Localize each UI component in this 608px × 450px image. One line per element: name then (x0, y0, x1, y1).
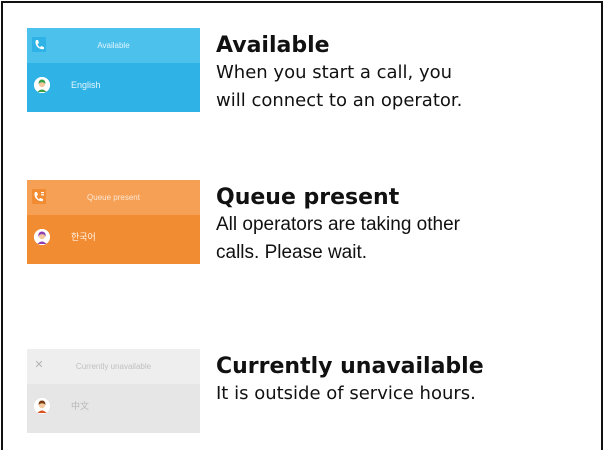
status-card-queue[interactable]: Queue present 한국어 (27, 180, 200, 264)
status-text-line-1: It is outside of service hours. (216, 383, 476, 404)
status-text-line-2: calls. Please wait. (216, 242, 368, 263)
card-body: 한국어 (27, 215, 200, 264)
status-description: Available When you start a call, you wil… (216, 33, 596, 115)
card-header: Queue present (27, 180, 200, 215)
card-header-label: Available (97, 41, 130, 50)
status-row-unavailable: ✕ Currently unavailable 中文 Currently una… (27, 349, 599, 433)
status-text-line-1: When you start a call, you (216, 62, 453, 83)
operator-avatar-icon (34, 77, 50, 93)
language-label: English (71, 80, 101, 90)
card-body: 中文 (27, 384, 200, 433)
language-label: 한국어 (71, 232, 96, 242)
card-header-label: Currently unavailable (75, 362, 152, 371)
operator-avatar-icon (34, 229, 50, 245)
phone-queue-icon (32, 189, 46, 204)
status-card-available[interactable]: Available English (27, 28, 200, 112)
language-label: 中文 (71, 401, 90, 411)
card-header-label: Queue present (87, 193, 140, 202)
status-title: Queue present (216, 185, 400, 210)
status-card-unavailable[interactable]: ✕ Currently unavailable 中文 (27, 349, 200, 433)
card-body: English (27, 63, 200, 112)
card-header: Available (27, 28, 200, 63)
card-header: ✕ Currently unavailable (27, 349, 200, 384)
status-text-line-1: All operators are taking other (216, 214, 460, 235)
phone-icon (32, 37, 46, 52)
close-icon: ✕ (34, 359, 44, 371)
status-description: Queue present All operators are taking o… (216, 185, 596, 267)
status-title: Available (216, 33, 330, 58)
status-title: Currently unavailable (216, 354, 484, 379)
status-row-queue: Queue present 한국어 Queue present All oper… (27, 180, 599, 264)
status-text-line-2: will connect to an operator. (216, 90, 463, 111)
status-row-available: Available English Available When you sta… (27, 28, 599, 112)
operator-avatar-icon (34, 398, 50, 414)
status-description: Currently unavailable It is outside of s… (216, 354, 596, 408)
